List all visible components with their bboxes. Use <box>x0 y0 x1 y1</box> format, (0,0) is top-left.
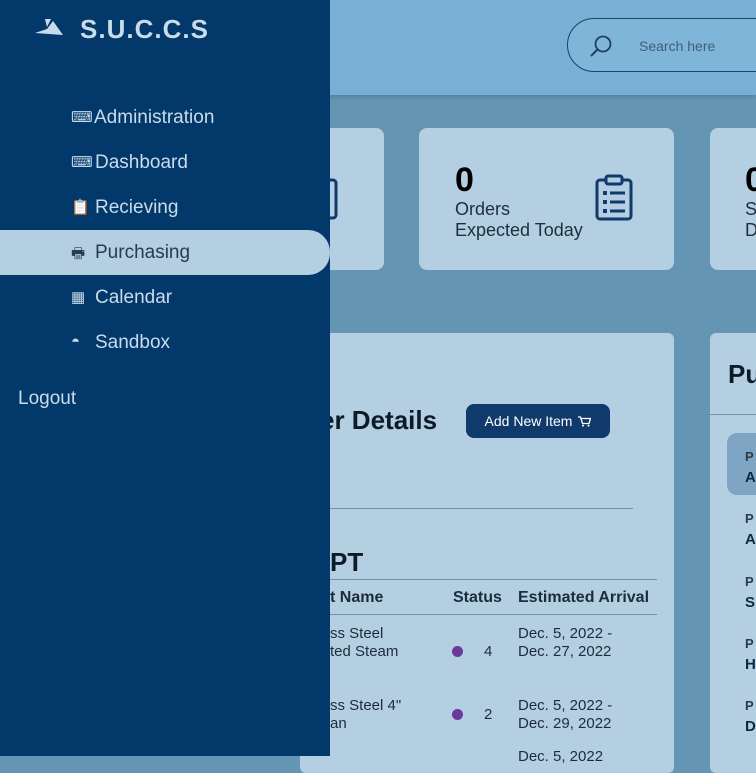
list-item-label: P <box>745 574 754 589</box>
column-header-name[interactable]: t Name <box>330 589 383 607</box>
app-brand[interactable]: S.U.C.C.S <box>80 14 209 45</box>
stat-label-line1: S <box>745 199 756 219</box>
column-header-status[interactable]: Status <box>453 589 502 607</box>
list-item-value[interactable]: D <box>745 718 756 735</box>
list-item-value[interactable]: A <box>745 531 756 548</box>
cell-text: ted Steam <box>330 643 399 660</box>
divider <box>330 579 657 580</box>
arrival-range: Dec. 5, 2022 - Dec. 29, 2022 <box>518 697 612 733</box>
list-item-value[interactable]: A <box>745 469 756 486</box>
logout-link[interactable]: Logout <box>18 388 76 410</box>
status-value: 2 <box>484 706 493 723</box>
sidebar-item-sandbox[interactable]: ◓ Sandbox <box>0 320 330 365</box>
clipboard-list-icon <box>595 174 633 221</box>
orders-label-line1: Orders <box>455 199 511 219</box>
sidebar-item-purchasing[interactable]: 🖶 Purchasing <box>0 230 330 275</box>
divider <box>710 414 756 415</box>
table-row-name: ss Steel 4" an <box>330 697 401 733</box>
side-panel-title: Pu <box>728 359 756 389</box>
sidebar-item-label: Recieving <box>95 197 179 218</box>
keyboard-icon: ⌨ <box>71 109 93 126</box>
divider <box>330 508 633 509</box>
search-icon <box>590 35 612 57</box>
sidebar-item-dashboard[interactable]: ⌨ Dashboard <box>0 140 330 185</box>
logo-icon <box>35 19 63 35</box>
cell-text: Dec. 27, 2022 <box>518 643 612 660</box>
list-item-value[interactable]: H <box>745 656 756 673</box>
status-dot <box>452 709 463 720</box>
search-input[interactable]: Search here <box>639 38 715 54</box>
clipboard-icon: 📋 <box>71 199 90 216</box>
cell-text: an <box>330 715 347 732</box>
gauge-icon: ◓ <box>71 333 81 350</box>
divider <box>330 614 657 615</box>
status-dot <box>452 646 463 657</box>
orders-label-line2: Expected Today <box>455 220 583 240</box>
sidebar-item-calendar[interactable]: ▦ Calendar <box>0 275 330 320</box>
cell-text: Dec. 5, 2022 - <box>518 697 613 714</box>
list-item-label: P <box>745 698 754 713</box>
cart-icon <box>578 415 592 427</box>
orders-count: 0 <box>455 161 474 199</box>
section-title: PT <box>330 547 364 577</box>
sidebar-item-label: Calendar <box>95 287 173 308</box>
sidebar-item-label: Administration <box>94 107 215 128</box>
sidebar-item-recieving[interactable]: 📋 Recieving <box>0 185 330 230</box>
sidebar-item-administration[interactable]: ⌨ Administration <box>0 95 330 140</box>
sidebar-item-label: Purchasing <box>95 242 191 263</box>
list-item-value[interactable]: S <box>745 594 755 611</box>
sidebar: S.U.C.C.S ⌨ Administration ⌨ Dashboard 📋… <box>0 0 330 756</box>
arrival-range-partial: Dec. 5, 2022 <box>518 748 604 765</box>
cell-text: ss Steel <box>330 625 384 642</box>
list-item-label: P <box>745 449 754 464</box>
search-bar[interactable]: Search here <box>567 18 756 72</box>
stat-card-right: 0 S D <box>710 128 756 270</box>
cell-text: Dec. 5, 2022 - <box>518 625 613 642</box>
add-new-item-label: Add New Item <box>484 413 573 429</box>
printer-icon: 🖶 <box>71 245 86 262</box>
sidebar-item-label: Sandbox <box>95 332 171 353</box>
orders-expected-card: 0 Orders Expected Today <box>419 128 674 270</box>
cell-text: ss Steel 4" <box>330 697 402 714</box>
calendar-icon: ▦ <box>71 289 86 306</box>
arrival-range: Dec. 5, 2022 - Dec. 27, 2022 <box>518 625 612 661</box>
list-item-label: P <box>745 636 754 651</box>
stat-label-line2: D <box>745 220 756 240</box>
status-value: 4 <box>484 643 493 660</box>
sidebar-item-label: Dashboard <box>95 152 188 173</box>
table-row-name: ss Steel ted Steam <box>330 625 398 661</box>
stat-count: 0 <box>745 161 756 199</box>
keyboard-icon: ⌨ <box>71 154 93 171</box>
column-header-arrival[interactable]: Estimated Arrival <box>518 589 649 607</box>
cell-text: Dec. 29, 2022 <box>518 715 612 732</box>
add-new-item-button[interactable]: Add New Item <box>466 404 610 438</box>
list-item-label: P <box>745 511 754 526</box>
panel-title: er Details <box>320 405 438 435</box>
